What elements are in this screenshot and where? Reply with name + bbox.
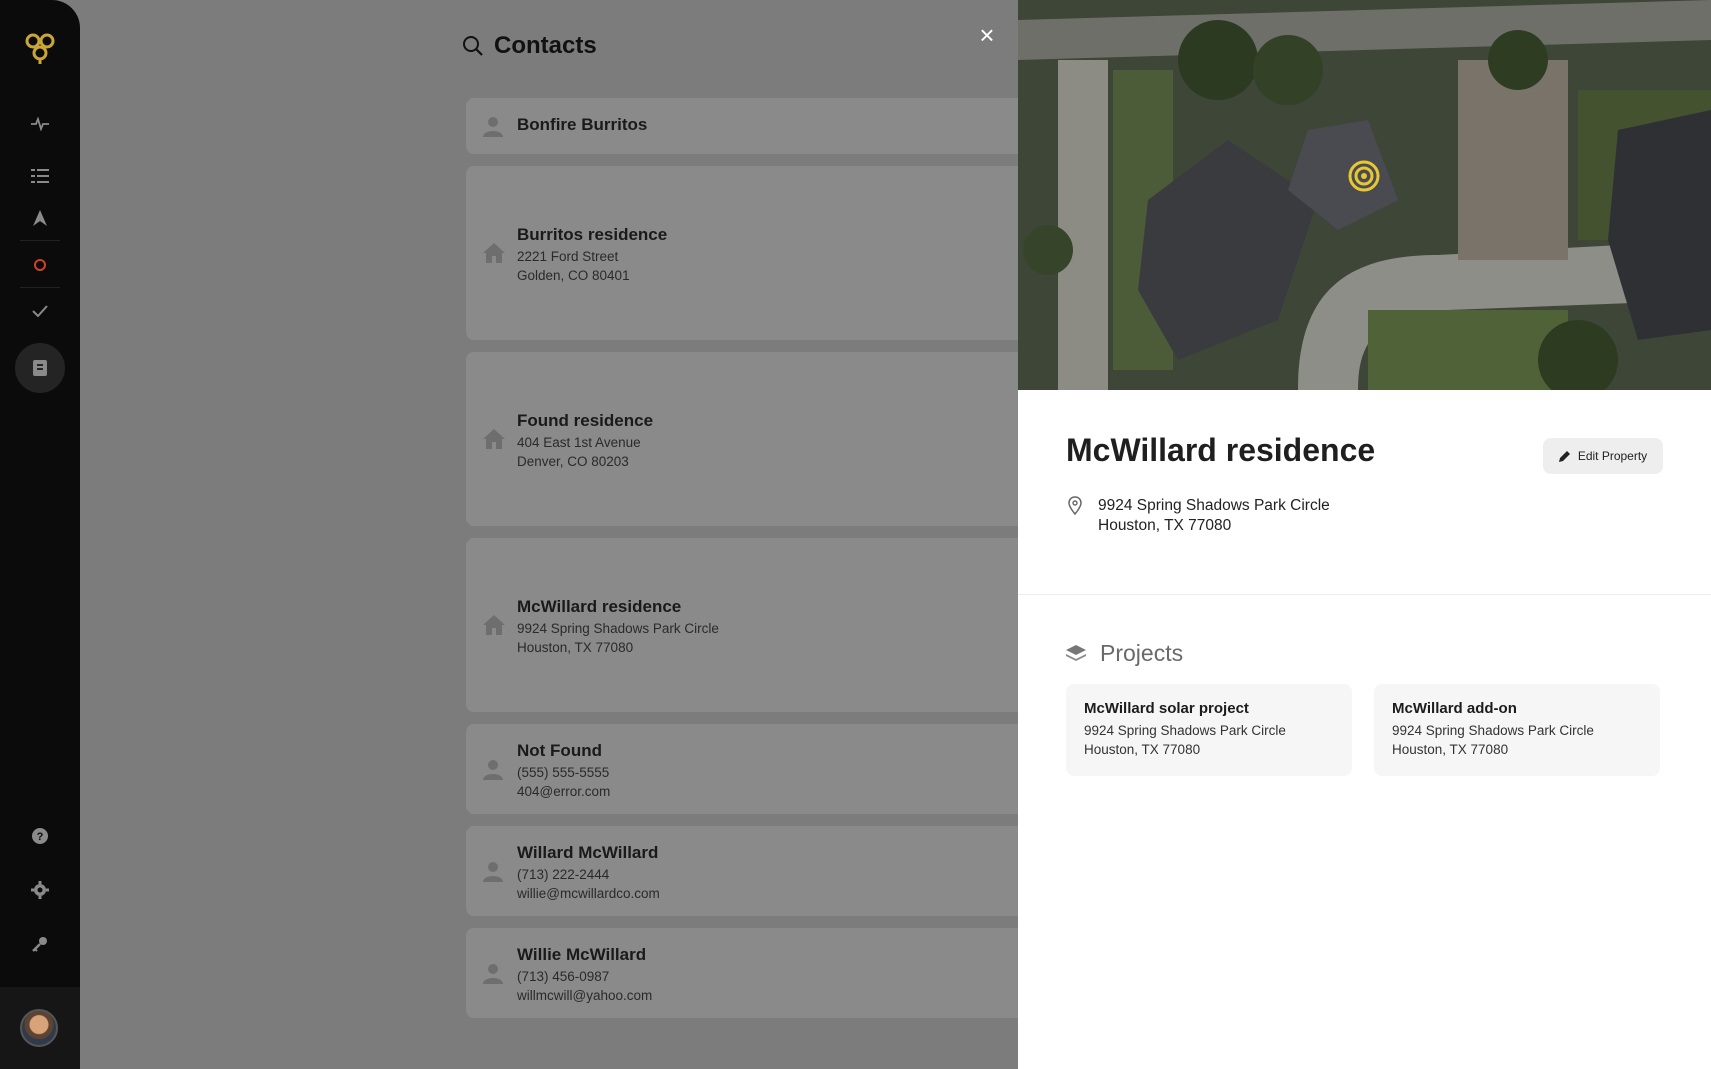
check-icon[interactable] (26, 297, 54, 325)
contact-detail-1: (555) 555-5555 (517, 765, 610, 780)
project-card[interactable]: McWillard solar project 9924 Spring Shad… (1066, 684, 1352, 776)
layers-icon (1066, 644, 1086, 661)
contact-detail-1: (713) 222-2444 (517, 867, 610, 882)
contact-detail-2: willie@mcwillardco.com (517, 886, 660, 901)
person-icon (482, 860, 504, 882)
avatar[interactable] (20, 1009, 58, 1047)
project-address-line-1: 9924 Spring Shadows Park Circle (1392, 723, 1594, 738)
contact-card[interactable]: Burritos residence 2221 Ford Street Golden… (466, 166, 1026, 340)
pencil-icon (1558, 451, 1570, 462)
contact-card[interactable]: Willie McWillard (713) 456-0987 willmcwill… (466, 928, 1026, 1018)
contacts-book-icon[interactable] (15, 343, 65, 393)
projects-label: Projects (1100, 640, 1184, 666)
search-icon[interactable] (462, 35, 484, 57)
key-icon[interactable] (26, 930, 54, 958)
person-icon (482, 115, 504, 137)
person-icon (482, 962, 504, 984)
contact-name: Willard McWillard (517, 843, 659, 862)
project-card[interactable]: McWillard add-on 9924 Spring Shadows Par… (1374, 684, 1660, 776)
edit-property-label: Edit Property (1577, 449, 1648, 463)
contact-name: Willie McWillard (517, 945, 647, 964)
page-title: Contacts (494, 32, 597, 59)
home-icon (482, 428, 505, 450)
location-pin-icon (1068, 496, 1082, 516)
activity-icon[interactable] (26, 110, 54, 138)
home-icon (482, 614, 505, 636)
project-address-line-2: Houston, TX 77080 (1084, 742, 1201, 757)
record-icon[interactable] (26, 251, 54, 279)
contact-detail-1: (713) 456-0987 (517, 969, 610, 984)
projects-header: Projects (1066, 640, 1183, 667)
contact-card[interactable]: Not Found (555) 555-5555 404@error.com (466, 724, 1026, 814)
contact-card[interactable]: Bonfire Burritos (466, 98, 1026, 154)
navigation-icon[interactable] (26, 204, 54, 232)
contact-detail-1: 2221 Ford Street (517, 249, 619, 264)
contact-card[interactable]: Willard McWillard (713) 222-2444 willie@mc… (466, 826, 1026, 916)
contact-card[interactable]: McWillard residence 9924 Spring Shadows P… (466, 538, 1026, 712)
contact-detail-2: willmcwill@yahoo.com (517, 988, 653, 1003)
section-divider (1018, 594, 1711, 595)
contact-name: Burritos residence (517, 225, 668, 244)
project-name: McWillard add-on (1392, 700, 1517, 717)
contact-card[interactable]: Found residence 404 East 1st Avenue Denver… (466, 352, 1026, 526)
contact-detail-2: Denver, CO 80203 (517, 454, 629, 469)
close-icon[interactable]: × (976, 22, 998, 48)
property-detail-panel: McWillard residence Edit Property 9924 S… (1018, 0, 1711, 1069)
project-address-line-1: 9924 Spring Shadows Park Circle (1084, 723, 1286, 738)
help-icon[interactable]: ? (26, 822, 54, 850)
list-icon[interactable] (26, 162, 54, 190)
contact-detail-2: 404@error.com (517, 784, 611, 799)
home-icon (482, 242, 505, 264)
person-icon (482, 758, 504, 780)
project-address-line-2: Houston, TX 77080 (1392, 742, 1509, 757)
gear-icon[interactable] (26, 876, 54, 904)
property-address: 9924 Spring Shadows Park Circle Houston,… (1066, 496, 1330, 536)
contact-detail-2: Houston, TX 77080 (517, 640, 634, 655)
contact-name: Found residence (517, 411, 654, 430)
contact-name: McWillard residence (517, 597, 682, 616)
svg-text:?: ? (37, 831, 44, 843)
sidebar: ? (0, 0, 80, 1069)
sidebar-divider (20, 240, 60, 241)
logo-icon[interactable] (22, 30, 58, 66)
property-title: McWillard residence (1066, 432, 1376, 468)
contact-detail-1: 9924 Spring Shadows Park Circle (517, 621, 719, 636)
address-line-2: Houston, TX 77080 (1098, 517, 1232, 534)
satellite-map[interactable] (1018, 0, 1711, 390)
contact-name: Not Found (517, 741, 602, 760)
address-line-1: 9924 Spring Shadows Park Circle (1098, 497, 1330, 514)
project-name: McWillard solar project (1084, 700, 1249, 717)
contact-name: Bonfire Burritos (517, 115, 648, 134)
sidebar-divider (20, 287, 60, 288)
contact-detail-2: Golden, CO 80401 (517, 268, 630, 283)
contact-detail-1: 404 East 1st Avenue (517, 435, 641, 450)
edit-property-button[interactable]: Edit Property (1543, 438, 1663, 474)
contacts-header: Contacts (462, 32, 597, 60)
